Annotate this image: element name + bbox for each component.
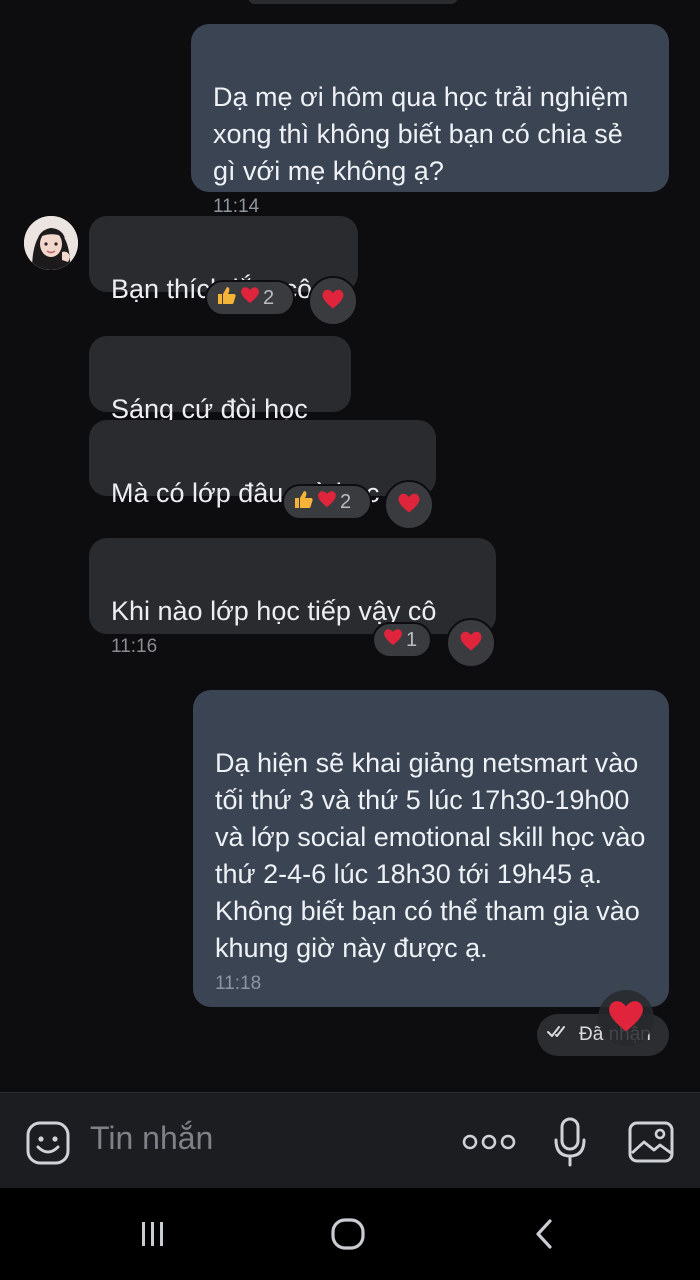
message-bubble-outgoing[interactable]: Dạ mẹ ơi hôm qua học trải nghiệm xong th… [191, 24, 669, 217]
reaction-count: 2 [340, 490, 352, 513]
message-composer: Tin nhắn [0, 1092, 700, 1189]
message-time: 11:18 [215, 973, 262, 994]
react-heart-button[interactable] [598, 990, 654, 1046]
heart-icon [239, 284, 261, 312]
gallery-icon[interactable] [626, 1119, 676, 1165]
reaction-count: 2 [263, 286, 275, 309]
message-list[interactable]: Dạ mẹ ơi hôm qua học trải nghiệm xong th… [0, 0, 700, 1092]
previous-message-stub [248, 0, 458, 4]
mic-icon[interactable] [550, 1115, 590, 1169]
heart-icon [396, 490, 422, 521]
message-bubble-incoming[interactable]: Sáng cứ đòi học [89, 336, 351, 424]
thumbs-up-icon [215, 284, 237, 312]
double-check-icon [547, 1024, 571, 1046]
home-icon[interactable] [326, 1214, 370, 1254]
heart-icon [320, 286, 346, 317]
chat-screen: Dạ mẹ ơi hôm qua học trải nghiệm xong th… [0, 0, 700, 1280]
message-bubble-incoming[interactable]: Mà có lớp đâu mà học [89, 420, 436, 508]
react-heart-button[interactable] [308, 276, 358, 326]
message-text: Dạ mẹ ơi hôm qua học trải nghiệm xong th… [213, 82, 629, 186]
back-icon[interactable] [526, 1214, 562, 1254]
react-heart-button[interactable] [384, 480, 434, 530]
message-time: 11:14 [213, 196, 260, 217]
reaction-summary[interactable]: 2 [205, 280, 295, 316]
reaction-summary[interactable]: 1 [372, 622, 432, 658]
message-text: Dạ hiện sẽ khai giảng netsmart vào tối t… [215, 748, 646, 963]
message-bubble-incoming[interactable]: Khi nào lớp học tiếp vậy cô 11:16 [89, 538, 496, 657]
emoji-icon[interactable] [24, 1119, 72, 1167]
message-input[interactable]: Tin nhắn [90, 1120, 213, 1157]
system-nav-bar [0, 1188, 700, 1280]
reaction-count: 1 [406, 628, 418, 651]
heart-icon [382, 626, 404, 654]
message-bubble-outgoing[interactable]: Dạ hiện sẽ khai giảng netsmart vào tối t… [193, 690, 669, 1007]
heart-icon [605, 995, 647, 1042]
react-heart-button[interactable] [446, 618, 496, 668]
heart-icon [458, 628, 484, 659]
recent-apps-icon[interactable] [132, 1216, 172, 1252]
reaction-summary[interactable]: 2 [282, 484, 372, 520]
more-icon[interactable] [460, 1127, 518, 1157]
thumbs-up-icon [292, 488, 314, 516]
heart-icon [316, 488, 338, 516]
avatar[interactable] [24, 216, 78, 270]
